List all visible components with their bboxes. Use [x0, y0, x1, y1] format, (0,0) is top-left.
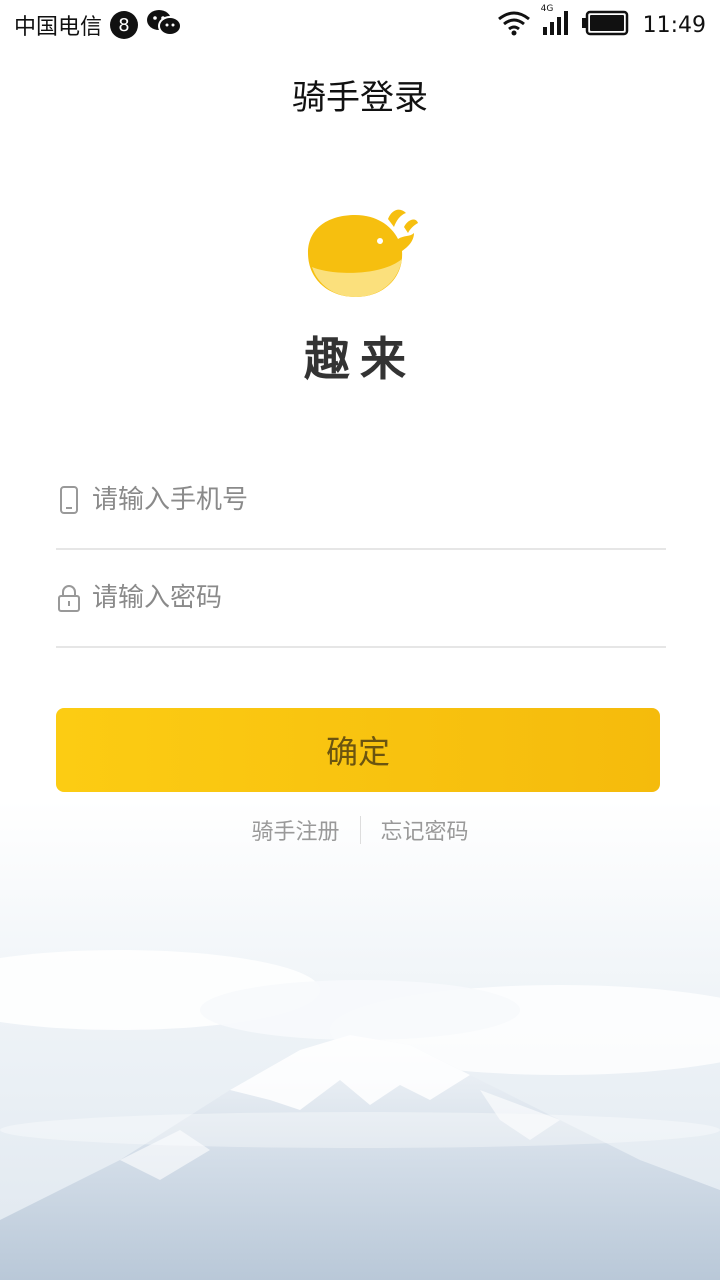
brand-name: 趣来	[304, 332, 416, 386]
phone-field-row	[56, 452, 666, 550]
password-field-row	[56, 550, 666, 648]
rider-register-link[interactable]: 骑手注册	[231, 814, 359, 846]
login-form	[56, 452, 666, 648]
status-bar: 中国电信 8 4G 11:49	[0, 0, 720, 50]
page-title: 骑手登录	[292, 78, 428, 118]
wechat-icon	[146, 8, 183, 42]
auth-links: 骑手注册 忘记密码	[0, 814, 720, 846]
battery-icon	[581, 10, 629, 40]
lock-icon	[56, 581, 82, 615]
notification-count-badge: 8	[110, 11, 139, 39]
phone-icon	[56, 483, 82, 517]
phone-input[interactable]	[92, 485, 632, 515]
forgot-password-link[interactable]: 忘记密码	[361, 814, 489, 846]
clock: 11:49	[642, 12, 706, 38]
wifi-icon	[497, 10, 531, 40]
confirm-button[interactable]: 确定	[56, 708, 660, 792]
mountain-background-image	[0, 800, 720, 1280]
password-input[interactable]	[92, 583, 632, 613]
cellular-signal-icon: 4G	[541, 4, 571, 40]
whale-icon	[300, 205, 420, 309]
brand-logo: 趣来	[0, 205, 720, 389]
network-type-label: 4G	[540, 4, 554, 14]
carrier-name: 中国电信	[14, 15, 103, 40]
